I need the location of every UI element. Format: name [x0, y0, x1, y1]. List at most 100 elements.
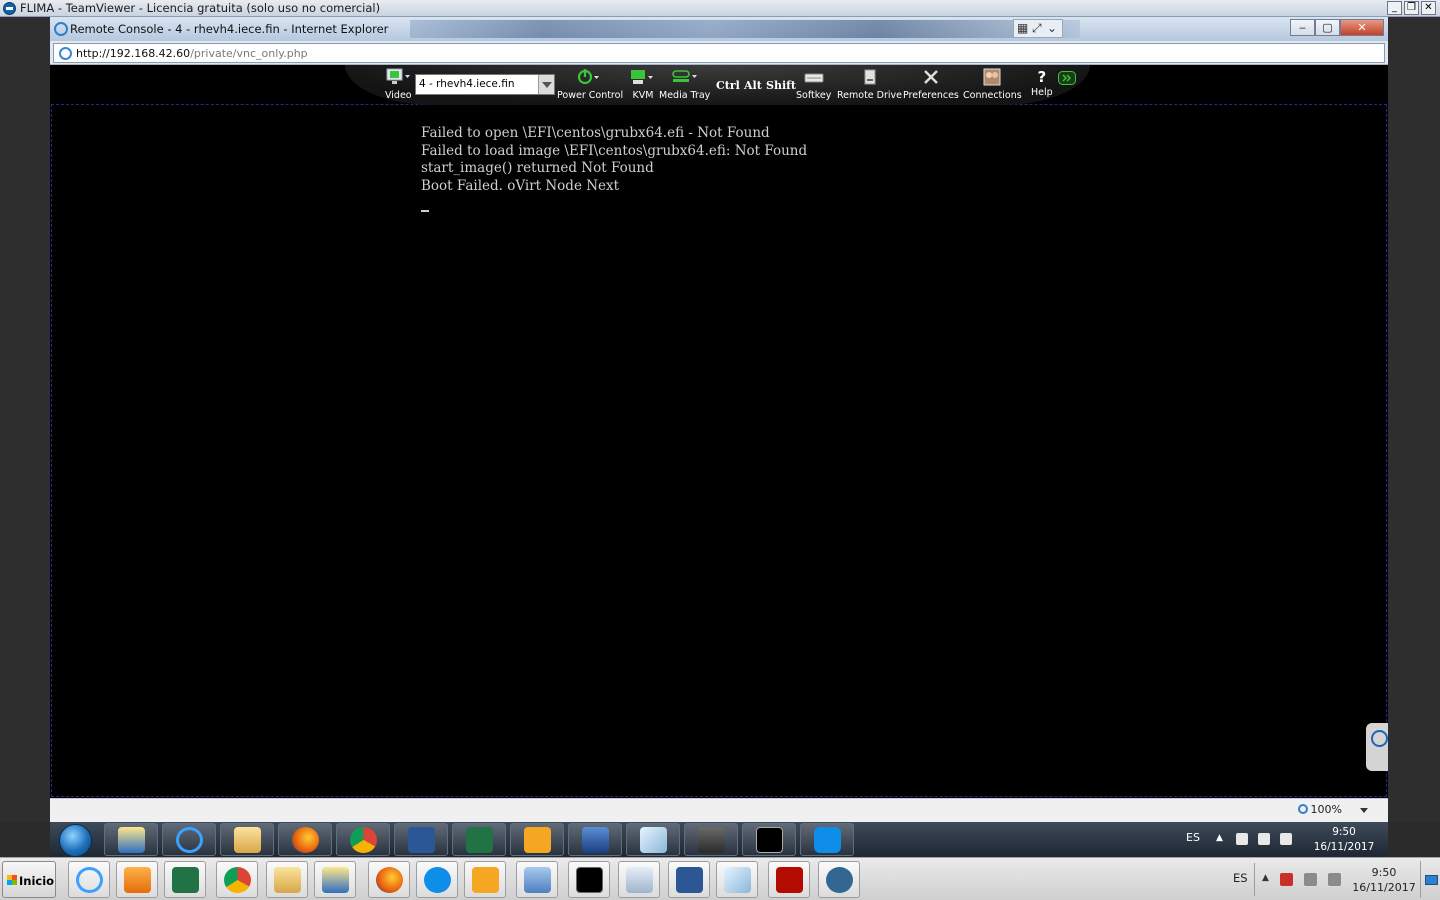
media-tray-icon	[671, 70, 697, 82]
video-button[interactable]: Video	[385, 68, 412, 101]
kvm-button[interactable]: KVM	[629, 68, 657, 101]
warning-tray-icon[interactable]	[1280, 873, 1293, 886]
remote-drive-button[interactable]: Remote Drive	[837, 68, 902, 101]
local-taskbar-eraser[interactable]	[716, 861, 758, 898]
console-line: Failed to open \EFI\centos\grubx64.efi -…	[421, 125, 770, 141]
remote-taskbar-eraser[interactable]	[626, 823, 680, 856]
remote-taskbar-outlook[interactable]	[510, 823, 564, 856]
outlook-icon	[524, 827, 551, 853]
remote-taskbar-word[interactable]	[394, 823, 448, 856]
chrome-icon	[350, 827, 377, 853]
eraser-icon	[640, 827, 667, 853]
excel-icon	[466, 827, 493, 853]
remote-taskbar-remote-desktop[interactable]	[568, 823, 622, 856]
teamviewer-icon	[424, 867, 451, 893]
teamviewer-minimize-button[interactable]: _	[1387, 1, 1402, 15]
ie-status-bar: 100%	[50, 798, 1388, 822]
ie-minimize-button[interactable]: ‒	[1290, 19, 1315, 36]
remote-clock[interactable]: 9:50 16/11/2017	[1312, 825, 1376, 855]
connections-button[interactable]: Connections	[963, 68, 1022, 101]
teamviewer-session-panel[interactable]: ▦ ⤢ ⌄	[1013, 19, 1063, 38]
ctrl-key-button[interactable]: Ctrl	[716, 79, 740, 92]
local-taskbar-explorer[interactable]	[266, 861, 308, 898]
network-tray-icon[interactable]	[1258, 833, 1270, 845]
chevron-up-icon[interactable]: ▲	[1216, 833, 1224, 845]
remote-taskbar-firefox[interactable]	[278, 823, 332, 856]
console-cursor	[421, 210, 429, 212]
remote-taskbar-teamviewer[interactable]	[800, 823, 854, 856]
teamviewer-side-widget-icon[interactable]	[1366, 723, 1388, 771]
local-taskbar-calculator[interactable]	[618, 861, 660, 898]
remote-start-button[interactable]	[56, 822, 92, 857]
url-field[interactable]: http://192.168.42.60/private/vnc_only.ph…	[53, 43, 1385, 63]
local-language-indicator[interactable]: ES	[1233, 871, 1248, 885]
remote-taskbar-chrome[interactable]	[336, 823, 390, 856]
lock-icon	[698, 827, 725, 853]
control-panel-icon	[524, 867, 551, 893]
firefox-icon	[292, 827, 319, 853]
host-select[interactable]: 4 - rhevh4.iece.fin	[415, 74, 555, 95]
monitor-icon	[386, 68, 411, 84]
local-taskbar-teamviewer[interactable]	[416, 861, 458, 898]
local-taskbar-media-player[interactable]	[116, 861, 158, 898]
console-line: start_image() returned Not Found	[421, 160, 654, 177]
teamviewer-icon	[814, 827, 841, 853]
show-desktop-button[interactable]	[1420, 861, 1438, 898]
ie-close-button[interactable]: ✕	[1340, 19, 1384, 36]
console-line: Boot Failed. oVirt Node Next	[421, 178, 620, 195]
local-taskbar-word[interactable]	[668, 861, 710, 898]
local-taskbar-pdf[interactable]	[768, 861, 810, 898]
url-text[interactable]: http://192.168.42.60/private/vnc_only.ph…	[76, 47, 308, 60]
softkey-button[interactable]: Softkey	[796, 68, 831, 101]
network-tray-icon[interactable]	[1304, 873, 1317, 886]
remote-taskbar-explorer[interactable]	[220, 823, 274, 856]
preferences-button[interactable]: Preferences	[903, 68, 959, 101]
local-taskbar-control-panel[interactable]	[516, 861, 558, 898]
local-taskbar-chrome[interactable]	[216, 861, 258, 898]
flag-icon[interactable]	[1236, 833, 1248, 845]
power-control-button[interactable]: Power Control	[557, 68, 623, 101]
remote-taskbar-excel[interactable]	[452, 823, 506, 856]
zoom-level[interactable]: 100%	[1311, 803, 1342, 816]
cmd-icon	[576, 867, 603, 893]
teamviewer-close-button[interactable]: ✕	[1421, 1, 1436, 15]
local-taskbar-ie[interactable]	[68, 861, 110, 898]
shift-key-button[interactable]: Shift	[766, 79, 796, 92]
local-taskbar-firefox[interactable]	[368, 861, 410, 898]
expand-toolbar-button[interactable]	[1058, 71, 1076, 88]
remote-taskbar-cmd[interactable]	[742, 823, 796, 856]
local-clock[interactable]: 9:50 16/11/2017	[1352, 865, 1416, 895]
local-taskbar-network[interactable]	[314, 861, 356, 898]
help-button[interactable]: ? Help	[1031, 68, 1053, 98]
outlook-icon	[472, 867, 499, 893]
media-tray-button[interactable]: Media Tray	[659, 68, 710, 101]
zoom-icon[interactable]	[1298, 804, 1308, 814]
ie-window-title: Remote Console - 4 - rhevh4.iece.fin - I…	[70, 22, 389, 36]
ie-address-bar: http://192.168.42.60/private/vnc_only.ph…	[50, 41, 1388, 65]
chevron-down-icon[interactable]: ⌄	[1047, 21, 1057, 35]
power-icon	[577, 69, 600, 85]
fullscreen-icon[interactable]: ⤢	[1032, 21, 1042, 36]
local-taskbar-cmd[interactable]	[568, 861, 610, 898]
windows-flag-icon	[7, 875, 17, 885]
chevron-down-icon[interactable]	[1360, 808, 1368, 813]
ie-maximize-button[interactable]: ▢	[1315, 19, 1340, 36]
chevron-up-icon[interactable]: ▲	[1262, 873, 1270, 886]
local-taskbar-outlook[interactable]	[464, 861, 506, 898]
local-start-button[interactable]: Inicio	[2, 861, 56, 898]
keyboard-icon	[804, 73, 824, 83]
remote-taskbar-ie[interactable]	[162, 823, 216, 856]
remote-taskbar-lock[interactable]	[684, 823, 738, 856]
teamviewer-restore-button[interactable]: ❐	[1404, 1, 1419, 15]
remote-language-indicator[interactable]: ES	[1186, 831, 1200, 844]
alt-key-button[interactable]: Alt	[744, 79, 762, 92]
volume-icon[interactable]	[1328, 873, 1341, 886]
local-taskbar-excel[interactable]	[164, 861, 206, 898]
teamviewer-logo-icon	[3, 2, 16, 15]
remote-desktop-right-frame	[1388, 17, 1440, 822]
chevron-down-icon[interactable]	[538, 75, 554, 94]
local-taskbar-postgres[interactable]	[818, 861, 860, 898]
volume-icon[interactable]	[1280, 833, 1292, 845]
remote-taskbar-network[interactable]	[104, 823, 158, 856]
grid-icon[interactable]: ▦	[1017, 21, 1028, 35]
